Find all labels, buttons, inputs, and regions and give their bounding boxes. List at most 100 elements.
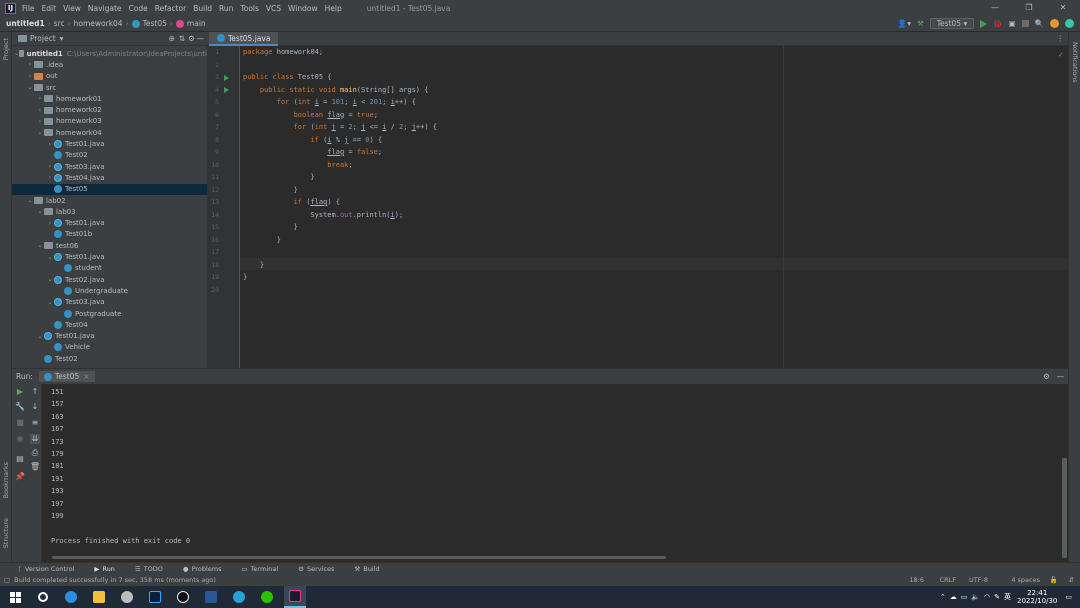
console-h-scrollbar[interactable]	[52, 556, 666, 559]
tree-item[interactable]: ⌄ homework04	[12, 127, 207, 138]
file-encoding[interactable]: UTF-8	[969, 576, 988, 584]
tree-item[interactable]: ⌄ test06	[12, 240, 207, 251]
tool-window-build[interactable]: ⚒ Build	[354, 565, 389, 573]
tray-app-icon[interactable]: ☁	[950, 593, 957, 601]
coverage-icon[interactable]: ▣	[1009, 19, 1016, 28]
breadcrumb-project[interactable]: untitled1	[6, 19, 45, 28]
tree-item[interactable]: › Test03.java	[12, 161, 207, 172]
menu-tools[interactable]: Tools	[240, 4, 258, 13]
project-tool-button[interactable]: Project	[2, 38, 10, 60]
tool-window-terminal[interactable]: ▭ Terminal	[242, 565, 289, 573]
close-icon[interactable]: ✕	[1046, 0, 1080, 16]
hide-panel-icon[interactable]: —	[197, 34, 205, 43]
chevron-right-icon[interactable]: ›	[46, 174, 54, 181]
tool-window-services[interactable]: ⚙ Services	[298, 565, 344, 573]
code-line[interactable]: }	[243, 261, 264, 269]
menu-vcs[interactable]: VCS	[266, 4, 281, 13]
scroll-to-end-icon[interactable]: ⇊	[30, 434, 40, 444]
tree-item[interactable]: Test01b	[12, 229, 207, 240]
structure-tool-button[interactable]: Structure	[2, 518, 10, 548]
menu-help[interactable]: Help	[325, 4, 342, 13]
code-line[interactable]: public class Test05 {	[243, 73, 332, 81]
tree-item[interactable]: Test05	[12, 183, 207, 195]
word-icon[interactable]	[200, 586, 222, 608]
browser-icon[interactable]	[228, 586, 250, 608]
tool-window-problems[interactable]: ● Problems	[183, 565, 232, 573]
breadcrumb-method[interactable]: main	[187, 19, 206, 28]
stop-icon[interactable]: ■	[15, 418, 25, 428]
chevron-down-icon[interactable]: ⌄	[46, 254, 54, 261]
tree-item[interactable]: › Test01.java	[12, 218, 207, 229]
menu-navigate[interactable]: Navigate	[88, 4, 122, 13]
hide-panel-icon[interactable]: —	[1057, 372, 1065, 381]
code-line[interactable]: break;	[243, 161, 352, 169]
tree-item[interactable]: Test02	[12, 353, 207, 364]
git-icon[interactable]: ⇵	[1069, 576, 1074, 584]
build-hammer-icon[interactable]: ⚒	[917, 19, 924, 28]
code-line[interactable]: }	[243, 273, 247, 281]
menu-edit[interactable]: Edit	[42, 4, 57, 13]
tree-item[interactable]: › out	[12, 71, 207, 82]
chevron-down-icon[interactable]: ⌄	[36, 208, 44, 215]
tree-item[interactable]: › homework02	[12, 105, 207, 116]
tree-item[interactable]: › homework03	[12, 116, 207, 127]
ide-features-icon[interactable]	[1065, 19, 1074, 28]
run-main-gutter-icon[interactable]	[224, 87, 229, 93]
code-line[interactable]: flag = false;	[243, 148, 382, 156]
project-panel-title[interactable]: Project	[30, 34, 56, 43]
soft-wrap-icon[interactable]: ≡	[30, 418, 40, 428]
chevron-right-icon[interactable]: ›	[26, 61, 34, 68]
chevron-down-icon[interactable]: ⌄	[26, 84, 34, 91]
tree-item[interactable]: Undergraduate	[12, 285, 207, 296]
code-line[interactable]: System.out.println(i);	[243, 211, 403, 219]
wifi-icon[interactable]: ◠	[984, 593, 990, 601]
tree-item[interactable]: ⌄ src	[12, 82, 207, 93]
code-line[interactable]: public static void main(String[] args) {	[243, 86, 429, 94]
code-line[interactable]: for (int i = 101; i < 201; i++) {	[243, 98, 416, 106]
arrow-down-icon[interactable]: ↓	[30, 402, 40, 412]
tree-item[interactable]: ⌄ lab03	[12, 206, 207, 217]
stop-icon[interactable]	[1021, 20, 1029, 27]
intellij-taskbar-icon[interactable]	[284, 586, 306, 608]
chevron-down-icon[interactable]: ⌄	[26, 197, 34, 204]
tree-item[interactable]: › .idea	[12, 59, 207, 70]
clock[interactable]: 22:41 2022/10/30	[1017, 589, 1057, 605]
notifications-tool-button[interactable]: Notifications	[1071, 42, 1079, 83]
tree-item[interactable]: ⌄ untitled1 C:\Users\Administrator\IdeaPro…	[12, 48, 207, 59]
tool-window-run[interactable]: ▶ Run	[94, 565, 124, 573]
code-line[interactable]: }	[243, 236, 281, 244]
tree-item[interactable]: Test02	[12, 150, 207, 161]
tree-item[interactable]: ⌄ Test01.java	[12, 331, 207, 342]
trash-icon[interactable]: 🗑	[30, 462, 40, 472]
tree-item[interactable]: › Test04.java	[12, 172, 207, 183]
menu-window[interactable]: Window	[288, 4, 318, 13]
edge-browser-icon[interactable]	[60, 586, 82, 608]
ime-indicator[interactable]: 英	[1004, 592, 1011, 602]
tree-item[interactable]: ⌄ Test02.java	[12, 274, 207, 285]
chevron-down-icon[interactable]: ⌄	[36, 129, 44, 136]
locate-icon[interactable]: ⊕	[169, 34, 175, 43]
chevron-right-icon[interactable]: ›	[36, 118, 44, 125]
file-explorer-icon[interactable]	[88, 586, 110, 608]
menu-run[interactable]: Run	[219, 4, 233, 13]
breadcrumb-src[interactable]: src	[54, 19, 65, 28]
search-icon[interactable]: 🔍	[1035, 19, 1044, 28]
code-line[interactable]: if (flag) {	[243, 198, 340, 206]
tree-item[interactable]: Vehicle	[12, 342, 207, 353]
tool-window-version-control[interactable]: ᚴ Version Control	[18, 565, 84, 573]
chevron-right-icon[interactable]: ›	[46, 141, 54, 148]
wechat-icon[interactable]	[256, 586, 278, 608]
camera-icon[interactable]: ◉	[15, 434, 25, 444]
menu-file[interactable]: File	[22, 4, 35, 13]
tree-item[interactable]: Test04	[12, 319, 207, 330]
code-line[interactable]: if (i % j == 0) {	[243, 136, 382, 144]
menu-refactor[interactable]: Refactor	[155, 4, 186, 13]
media-app-icon[interactable]	[172, 586, 194, 608]
chevron-down-icon[interactable]: ⌄	[36, 333, 44, 340]
run-icon[interactable]	[980, 19, 988, 28]
run-class-gutter-icon[interactable]	[224, 75, 229, 81]
user-icon[interactable]: 👤▾	[898, 19, 911, 28]
tree-item[interactable]: ⌄ lab02	[12, 195, 207, 206]
console-v-scrollbar[interactable]	[1062, 458, 1067, 558]
more-tabs-icon[interactable]: ⋮	[1057, 34, 1065, 43]
